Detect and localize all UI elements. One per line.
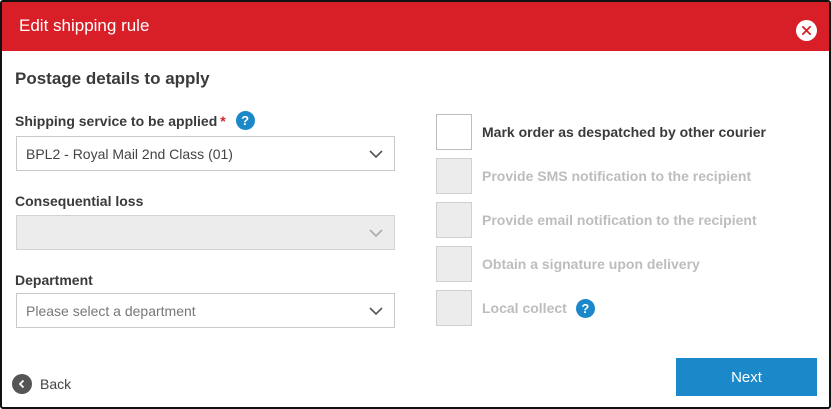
required-marker: * [220, 113, 226, 129]
department-label: Department [15, 272, 93, 288]
sms-notification-checkbox [436, 158, 472, 194]
shipping-service-label-text: Shipping service to be applied [15, 113, 218, 129]
option-email-notification: Provide email notification to the recipi… [436, 201, 757, 239]
email-notification-label: Provide email notification to the recipi… [482, 212, 757, 228]
sms-notification-label: Provide SMS notification to the recipien… [482, 168, 752, 184]
dialog-header: Edit shipping rule [2, 2, 829, 51]
mark-despatched-label: Mark order as despatched by other courie… [482, 124, 766, 140]
close-icon [802, 26, 811, 35]
local-collect-label: Local collect [482, 300, 567, 316]
shipping-service-select[interactable]: BPL2 - Royal Mail 2nd Class (01) [16, 136, 395, 171]
chevron-down-icon [369, 150, 383, 159]
edit-shipping-rule-dialog: Edit shipping rule Postage details to ap… [0, 0, 831, 409]
signature-label: Obtain a signature upon delivery [482, 256, 700, 272]
section-title: Postage details to apply [15, 69, 210, 88]
option-signature: Obtain a signature upon delivery [436, 245, 700, 283]
signature-checkbox [436, 246, 472, 282]
dialog-title: Edit shipping rule [19, 16, 150, 35]
next-button[interactable]: Next [676, 358, 817, 396]
mark-despatched-checkbox[interactable] [436, 114, 472, 150]
chevron-down-icon [369, 229, 383, 238]
department-placeholder: Please select a department [26, 303, 196, 319]
back-button[interactable]: Back [12, 374, 71, 394]
chevron-down-icon [369, 307, 383, 316]
chevron-left-icon [12, 374, 32, 394]
department-select[interactable]: Please select a department [16, 293, 395, 328]
consequential-loss-label: Consequential loss [15, 193, 144, 209]
close-button[interactable] [796, 20, 817, 41]
help-icon[interactable]: ? [575, 298, 595, 318]
option-sms-notification: Provide SMS notification to the recipien… [436, 157, 751, 195]
shipping-service-value: BPL2 - Royal Mail 2nd Class (01) [26, 146, 233, 162]
local-collect-checkbox [436, 290, 472, 326]
email-notification-checkbox [436, 202, 472, 238]
option-mark-despatched: Mark order as despatched by other courie… [436, 113, 766, 151]
back-label: Back [40, 376, 72, 392]
help-icon[interactable]: ? [235, 111, 255, 131]
shipping-service-label: Shipping service to be applied * ? [15, 111, 255, 131]
option-local-collect: Local collect ? [436, 289, 595, 327]
consequential-loss-select [16, 215, 395, 250]
